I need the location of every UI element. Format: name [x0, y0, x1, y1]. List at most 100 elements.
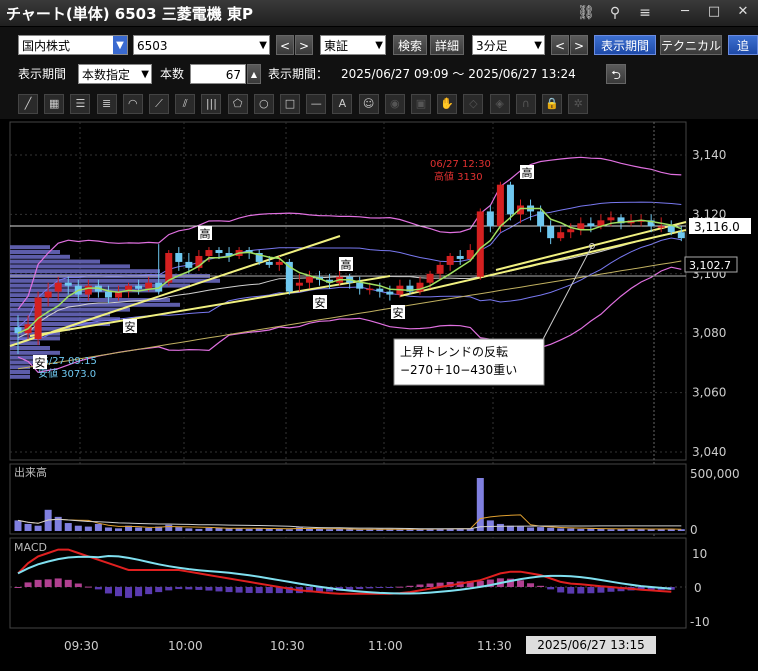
pentagon-tool[interactable]: ⬠: [227, 94, 248, 114]
parallel-lines-tool[interactable]: ☰: [70, 94, 91, 114]
search-button[interactable]: 検索: [393, 35, 427, 55]
macd-hist-bar: [104, 587, 112, 594]
candle-body: [677, 232, 685, 239]
lock-tool[interactable]: 🔒: [542, 94, 562, 114]
macd-panel: [9, 537, 687, 629]
icon-tool[interactable]: ☺: [358, 94, 379, 114]
macd-hist-bar: [225, 587, 233, 593]
macd-hist-bar: [115, 587, 122, 597]
macd-hist-bar: [215, 587, 223, 592]
chart-svg[interactable]: 06/27 12:30 高値 3130 06/27 09:15 安値 3073.…: [0, 119, 758, 667]
chevron-down-icon[interactable]: ▼: [259, 36, 267, 56]
prev-interval-button[interactable]: <: [551, 35, 569, 55]
line-tool[interactable]: ╱: [18, 94, 38, 114]
interval-select[interactable]: 3分足 ▼: [472, 35, 545, 55]
volume-bar: [235, 528, 243, 531]
period-label: 表示期間: [18, 67, 67, 81]
chevron-down-icon[interactable]: ▼: [113, 36, 127, 54]
horizontal-lines-tool[interactable]: ≣: [96, 94, 117, 114]
fan-tool[interactable]: ◠: [122, 94, 143, 114]
volume-bar: [84, 526, 92, 531]
maximize-button[interactable]: □: [702, 2, 726, 22]
macd-hist-bar: [356, 587, 364, 590]
code-input-value: 6503: [137, 39, 168, 53]
time-tick: 10:00: [168, 639, 203, 653]
chevron-down-icon[interactable]: ▼: [141, 65, 149, 85]
candle-body: [275, 261, 283, 265]
code-input[interactable]: 6503 ▼: [133, 35, 270, 55]
extra-button[interactable]: 追: [728, 35, 758, 55]
close-button[interactable]: ✕: [731, 2, 755, 22]
volume-profile-bar: [10, 250, 60, 254]
hand-tool[interactable]: ✋: [437, 94, 458, 114]
volume-profile-bar: [10, 259, 100, 264]
speed-lines-tool[interactable]: ⫽: [175, 94, 196, 114]
text-tool[interactable]: A: [332, 94, 353, 114]
price-mark-label: 安: [315, 296, 326, 310]
macd-hist-bar: [245, 587, 253, 593]
next-interval-button[interactable]: >: [570, 35, 588, 55]
candle-body: [577, 223, 585, 230]
eraser-tool[interactable]: ◇: [463, 94, 484, 114]
volume-bar: [517, 526, 524, 531]
macd-tick-0: 0: [694, 581, 702, 595]
cursor-tool[interactable]: ◉: [384, 94, 405, 114]
candle-body: [356, 282, 364, 289]
period-button[interactable]: 表示期間: [594, 35, 656, 55]
settings-tool[interactable]: ✲: [568, 94, 589, 114]
time-tick: 10:30: [270, 639, 305, 653]
search-icon[interactable]: ⚲: [604, 3, 626, 23]
volume-bar: [356, 529, 364, 531]
candle-body: [84, 285, 92, 295]
volume-profile-bar: [10, 254, 70, 259]
prev-code-button[interactable]: <: [276, 35, 294, 55]
menu-icon[interactable]: ≡: [634, 3, 656, 23]
window-title: チャート(単体) 6503 三菱電機 東P: [6, 5, 253, 23]
price-tick: 3,140: [692, 148, 726, 162]
macd-hist-bar: [64, 579, 72, 587]
rectangle-tool[interactable]: □: [280, 94, 300, 114]
detail-button[interactable]: 詳細: [430, 35, 464, 55]
period-mode-select[interactable]: 本数指定 ▼: [78, 64, 152, 84]
count-stepper[interactable]: ▲: [247, 64, 261, 84]
reset-range-button[interactable]: ⮌: [606, 64, 626, 84]
magnet-tool[interactable]: ∩: [515, 94, 536, 114]
macd-hist-bar: [175, 587, 183, 590]
exchange-select[interactable]: 東証 ▼: [320, 35, 386, 55]
macd-hist-bar: [587, 587, 595, 594]
volume-profile-bar: [10, 346, 50, 350]
gann-fan-tool[interactable]: ⟋: [149, 94, 169, 114]
circle-tool[interactable]: ○: [253, 94, 274, 114]
count-input[interactable]: 67: [190, 64, 246, 84]
volume-bar: [557, 528, 565, 531]
chevron-down-icon[interactable]: ▼: [534, 36, 542, 56]
macd-hist-bar: [195, 587, 203, 590]
hline-tool[interactable]: —: [306, 94, 327, 114]
fibonacci-tool[interactable]: |||: [201, 94, 222, 114]
market-select-value: 国内株式: [22, 39, 71, 53]
volume-bar: [74, 525, 82, 531]
volume-bar: [64, 523, 72, 531]
next-code-button[interactable]: >: [295, 35, 313, 55]
note-line-2: −270＋10−430重い: [400, 363, 517, 377]
technical-button[interactable]: テクニカル: [660, 35, 722, 55]
macd-hist-bar: [84, 586, 92, 588]
volume-bar: [567, 528, 575, 531]
macd-hist-bar: [44, 579, 52, 587]
volume-bar: [537, 527, 545, 531]
candle-body: [64, 282, 72, 286]
volume-bar: [104, 527, 112, 531]
volume-bar: [165, 524, 173, 531]
market-select[interactable]: 国内株式 ▼: [18, 35, 128, 55]
volume-bar: [476, 478, 484, 531]
erase-all-tool[interactable]: ◈: [489, 94, 510, 114]
chart-area[interactable]: 06/27 12:30 高値 3130 06/27 09:15 安値 3073.…: [0, 119, 758, 667]
ruler-tool[interactable]: ▦: [44, 94, 65, 114]
volume-bar: [577, 528, 585, 531]
volume-bar: [245, 528, 253, 531]
minimize-button[interactable]: ─: [673, 2, 697, 22]
link-icon[interactable]: ⛓: [575, 3, 597, 23]
chevron-down-icon[interactable]: ▼: [375, 36, 383, 56]
range-value: 2025/06/27 09:09 ～ 2025/06/27 13:24: [341, 67, 576, 81]
copy-tool[interactable]: ▣: [411, 94, 431, 114]
